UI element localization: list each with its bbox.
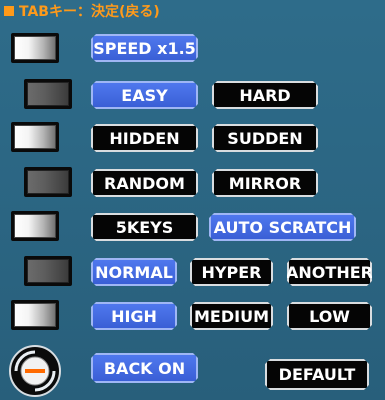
easy-button[interactable]: EASY	[91, 81, 198, 109]
back-on-button[interactable]: BACK ON	[91, 353, 198, 383]
hidden-button[interactable]: HIDDEN	[91, 124, 198, 152]
high-label: HIGH	[111, 306, 157, 326]
hyper-label: HYPER	[201, 262, 262, 282]
header-square-icon	[4, 6, 14, 16]
high-button[interactable]: HIGH	[91, 302, 177, 330]
fivekeys-label: 5KEYS	[115, 217, 174, 237]
another-label: ANOTHER	[286, 262, 373, 282]
mirror-button[interactable]: MIRROR	[212, 169, 318, 197]
mirror-label: MIRROR	[228, 173, 302, 193]
speed-button[interactable]: SPEED x1.5	[91, 34, 198, 62]
speed-lamp[interactable]	[11, 33, 59, 63]
sudden-button[interactable]: SUDDEN	[212, 124, 318, 152]
default-button[interactable]: DEFAULT	[265, 359, 369, 390]
normal-button[interactable]: NORMAL	[91, 258, 177, 286]
random-button[interactable]: RANDOM	[91, 169, 198, 197]
quality-lamp[interactable]	[11, 300, 59, 330]
hidden-label: HIDDEN	[109, 128, 180, 148]
medium-button[interactable]: MEDIUM	[190, 302, 273, 330]
easy-label: EASY	[121, 85, 168, 105]
medium-label: MEDIUM	[194, 306, 269, 326]
another-button[interactable]: ANOTHER	[287, 258, 372, 286]
hard-button[interactable]: HARD	[212, 81, 318, 109]
hyper-button[interactable]: HYPER	[190, 258, 273, 286]
low-label: LOW	[309, 306, 350, 326]
gauge-lamp[interactable]	[24, 256, 72, 286]
fivekeys-button[interactable]: 5KEYS	[91, 213, 198, 241]
default-label: DEFAULT	[278, 365, 356, 384]
speed-label: SPEED x1.5	[93, 38, 196, 58]
hard-label: HARD	[239, 85, 291, 105]
random-mirror-lamp[interactable]	[24, 167, 72, 197]
auto-scratch-button[interactable]: AUTO SCRATCH	[209, 213, 356, 241]
difficulty-lamp[interactable]	[24, 79, 72, 109]
random-label: RANDOM	[104, 173, 185, 193]
header-text: TABキー：決定(戻る)	[19, 4, 160, 20]
auto-scratch-label: AUTO SCRATCH	[213, 217, 352, 237]
hidden-sudden-lamp[interactable]	[11, 122, 59, 152]
back-on-label: BACK ON	[103, 358, 186, 378]
low-button[interactable]: LOW	[287, 302, 372, 330]
sudden-label: SUDDEN	[227, 128, 303, 148]
turntable-minus-icon[interactable]	[8, 344, 62, 398]
options-panel: TABキー：決定(戻る) SPEED x1.5 EASY HARD HIDDEN…	[0, 0, 385, 400]
keys-lamp[interactable]	[11, 211, 59, 241]
normal-label: NORMAL	[95, 262, 173, 282]
header-hint: TABキー：決定(戻る)	[0, 0, 385, 22]
